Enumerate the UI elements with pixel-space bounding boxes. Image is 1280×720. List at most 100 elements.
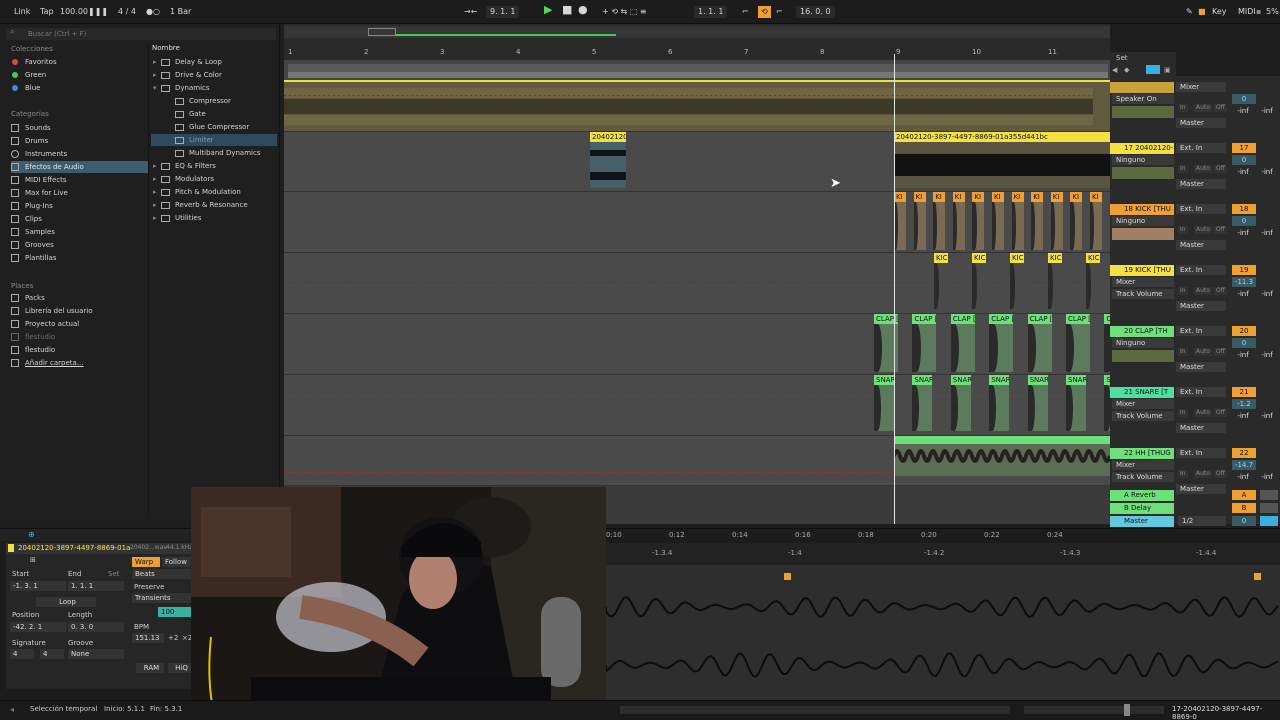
track-title[interactable]: 22 HH [THUG [1110, 448, 1174, 459]
clip-header-long[interactable]: 20402120-3897-4497-8869-01a355d441bc [894, 132, 1110, 142]
bpm-field[interactable]: 151.13 [132, 633, 164, 643]
groove-select[interactable]: None [68, 649, 124, 659]
time-signature[interactable]: 4 / 4 [118, 6, 136, 18]
drum-clip[interactable] [1066, 385, 1086, 431]
sidebar-item-flestudio-1[interactable]: flestudio [11, 331, 149, 343]
overview-viewport[interactable] [368, 28, 396, 36]
drum-clip[interactable] [1010, 263, 1024, 309]
track-title[interactable]: 18 KICK [THU [1110, 204, 1174, 215]
track-lane-21[interactable]: SNARSNARSNARSNARSNARSNARSNAR [284, 375, 1125, 436]
drum-clip[interactable] [1050, 202, 1063, 250]
drum-clip-header[interactable]: CLAP [THU [912, 314, 937, 324]
input-channel-select[interactable]: Mixer [1112, 460, 1174, 470]
position-field[interactable]: -42. 2. 1 [10, 622, 66, 632]
input-channel-select[interactable]: Mixer [1112, 399, 1174, 409]
overdub-icon[interactable]: + ⟲ ⇆ ⬚ ≡ [602, 6, 647, 18]
sidebar-item-current-project[interactable]: Proyecto actual [11, 318, 149, 330]
clip-title-bar[interactable]: 20402120-3897-4497-8869-01a 20402...wav … [6, 543, 192, 554]
output-select[interactable]: Master [1176, 240, 1226, 250]
drum-clip-header[interactable]: KI [933, 192, 946, 202]
track-lane-17[interactable]: 20402120- 20402120-3897-4497-8869-01a355… [284, 132, 1110, 192]
master-volume-field[interactable]: 0 [1232, 516, 1256, 526]
input-channel-select[interactable]: Ninguno [1112, 338, 1174, 348]
loop-length-field[interactable]: 16. 0. 0 [796, 6, 835, 18]
track-title[interactable]: 21 SNARE [T [1110, 387, 1174, 398]
drum-clip[interactable] [912, 385, 933, 431]
monitor-auto-button[interactable]: Auto [1194, 287, 1212, 295]
loop-toggle-icon[interactable]: ⟲ [758, 6, 771, 18]
volume-field[interactable]: 0 [1232, 338, 1256, 348]
monitor-off-button[interactable]: Off [1214, 348, 1227, 356]
sidebar-item-user-library[interactable]: Librería del usuario [11, 305, 149, 317]
volume-field[interactable]: 0 [1232, 216, 1256, 226]
track-title[interactable] [1110, 82, 1174, 93]
loop-brace-bar[interactable] [288, 64, 1108, 78]
monitor-auto-button[interactable]: Auto [1194, 409, 1212, 417]
sidebar-item-favoritos[interactable]: Favoritos [11, 56, 149, 68]
drum-clip-header[interactable]: KI [1011, 192, 1024, 202]
preserve-select[interactable]: Transients [132, 593, 192, 603]
master-output-select[interactable]: 1/2 [1178, 516, 1226, 526]
sidebar-item-instruments[interactable]: Instruments [11, 148, 149, 160]
clip-name[interactable]: 20402120-3897-4497-8869-01a [18, 544, 130, 552]
hh-clip[interactable] [892, 436, 1112, 476]
expand-icon[interactable]: ▸ [153, 69, 157, 81]
file-item[interactable]: ▸ Pitch & Modulation [151, 186, 277, 198]
drum-clip[interactable] [913, 202, 926, 250]
input-type-select[interactable]: Mixer [1176, 82, 1226, 92]
sig-num-field[interactable]: 4 [10, 649, 34, 659]
file-item[interactable]: ▸ Modulators [151, 173, 277, 185]
drum-clip-header[interactable]: KIC [1010, 253, 1024, 263]
return-letter-button[interactable]: A [1232, 490, 1256, 500]
drum-clip-header[interactable]: KI [1031, 192, 1044, 202]
length-field[interactable]: 0. 3. 0 [68, 622, 124, 632]
drum-clip-header[interactable]: KI [913, 192, 926, 202]
expand-icon[interactable]: ▸ [153, 212, 157, 224]
warp-marker-icon[interactable] [784, 573, 791, 580]
output-select[interactable]: Master [1176, 362, 1226, 372]
drum-clip[interactable] [874, 385, 894, 431]
monitor-in-button[interactable]: In [1178, 348, 1188, 356]
play-icon[interactable]: ▶ [544, 4, 552, 16]
file-item[interactable]: Multiband Dynamics [151, 147, 277, 159]
drum-clip[interactable] [972, 263, 986, 309]
tempo-field[interactable]: 100.00 [60, 6, 88, 18]
output-select[interactable]: Master [1176, 301, 1226, 311]
sidebar-item-midi-effects[interactable]: MIDI Effects [11, 174, 149, 186]
automation-param-select[interactable]: Track Volume [1112, 411, 1174, 421]
sidebar-item-grooves[interactable]: Grooves [11, 239, 149, 251]
drum-clip-header[interactable]: SNAR [1027, 375, 1048, 385]
input-channel-select[interactable]: Ninguno [1112, 216, 1174, 226]
monitor-auto-button[interactable]: Auto [1194, 165, 1212, 173]
warp-marker-icon[interactable] [1254, 573, 1261, 580]
end-field[interactable]: 1. 1. 1 [68, 581, 124, 591]
drum-clip-header[interactable]: SNAR [989, 375, 1010, 385]
input-channel-select[interactable]: Mixer [1112, 277, 1174, 287]
input-type-select[interactable]: Ext. In [1176, 326, 1226, 336]
file-item[interactable]: ▸ Utilities [151, 212, 277, 224]
file-item[interactable]: ▸ Drive & Color [151, 69, 277, 81]
track-lane-18[interactable]: KI KI KI KI KI KI KI KI KI KI KI [284, 192, 1110, 253]
drum-clip[interactable] [950, 324, 975, 372]
drum-clip[interactable] [934, 263, 948, 309]
drum-clip-header[interactable]: KI [1090, 192, 1102, 202]
expand-icon[interactable]: ▸ [153, 160, 157, 172]
sidebar-item-max-for-live[interactable]: Max for Live [11, 187, 149, 199]
key-map-icon[interactable]: ■ [1198, 6, 1206, 18]
monitor-off-button[interactable]: Off [1214, 226, 1227, 234]
sidebar-item-audio-effects[interactable]: Efectos de Audio [11, 161, 149, 173]
drum-clip-header[interactable]: KIC [1086, 253, 1100, 263]
loop-brace[interactable] [288, 72, 1108, 78]
file-item[interactable]: ▸ EQ & Filters [151, 160, 277, 172]
monitor-in-button[interactable]: In [1178, 226, 1188, 234]
file-item[interactable]: ▸ Reverb & Resonance [151, 199, 277, 211]
drum-clip-header[interactable]: CLAP [THU [1027, 314, 1052, 324]
link-button[interactable]: Link [14, 6, 30, 18]
monitor-auto-button[interactable]: Auto [1194, 470, 1212, 478]
drum-clip[interactable] [989, 385, 1010, 431]
drum-clip-header[interactable]: SNAR [874, 375, 894, 385]
mute-button[interactable] [1260, 490, 1278, 500]
gain-field[interactable]: 100 [158, 607, 192, 617]
drum-clip[interactable] [1048, 263, 1062, 309]
automation-line[interactable] [284, 285, 1110, 286]
